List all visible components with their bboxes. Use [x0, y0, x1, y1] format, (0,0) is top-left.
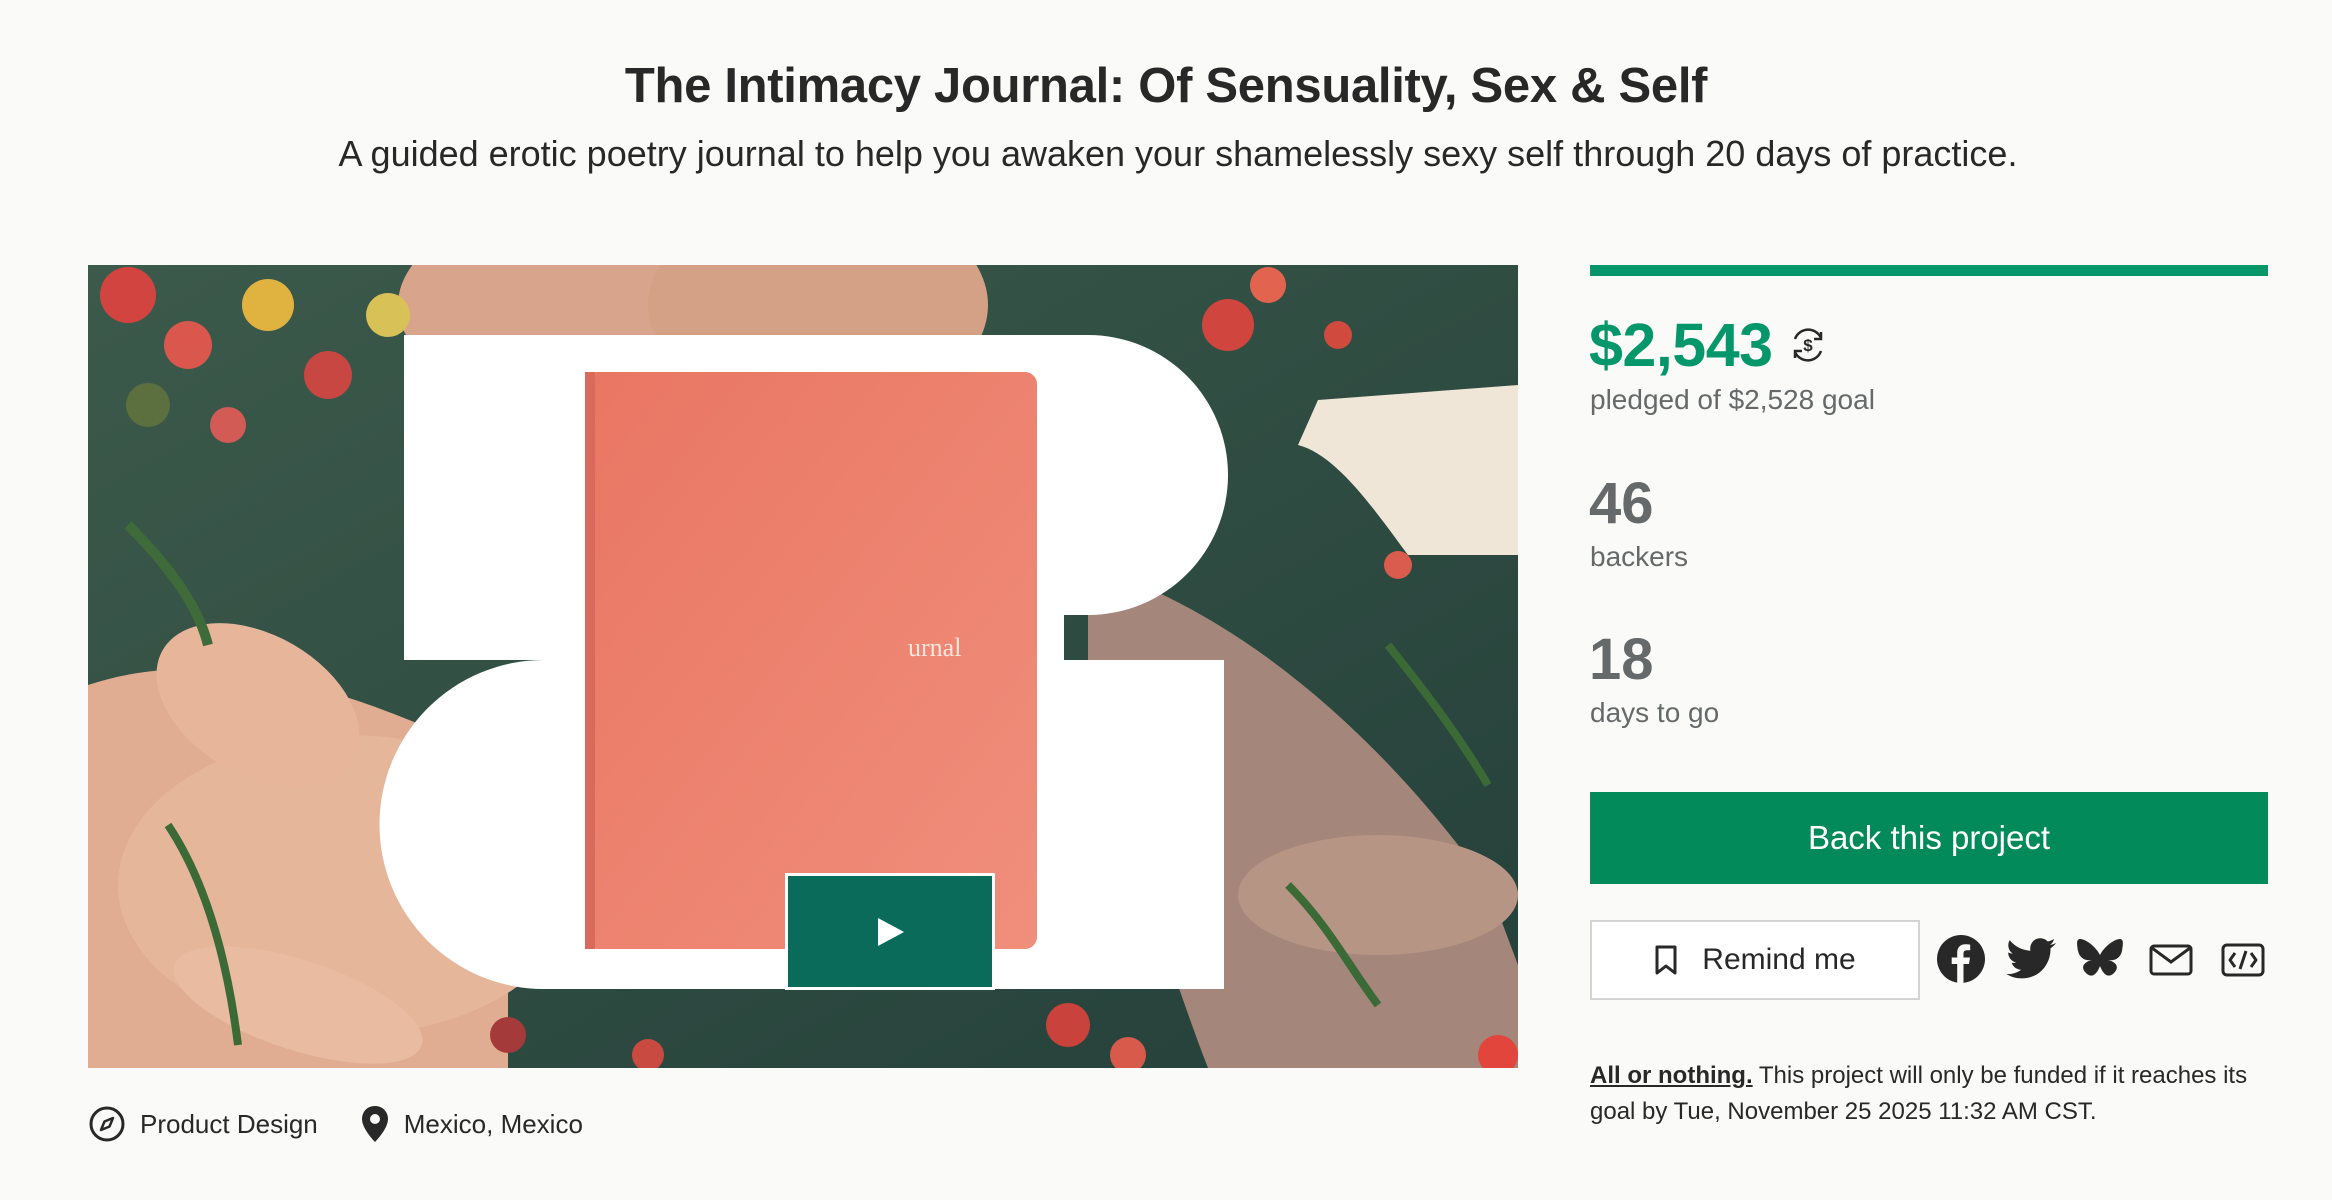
email-icon[interactable] [2148, 934, 2194, 984]
book-cover-text: urnal [908, 633, 961, 662]
pledged-amount: $2,543 [1589, 311, 1773, 379]
project-video[interactable]: urnal [88, 265, 1518, 1068]
twitter-icon[interactable] [2006, 934, 2058, 984]
funding-terms: All or nothing. This project will only b… [1590, 1058, 2280, 1130]
remind-me-button[interactable]: Remind me [1590, 920, 1920, 1000]
project-subtitle: A guided erotic poetry journal to help y… [338, 133, 2018, 174]
back-this-project-button[interactable]: Back this project [1590, 792, 2268, 884]
days-to-go-count: 18 [1589, 627, 1654, 692]
facebook-icon[interactable] [1936, 934, 1986, 984]
embed-icon[interactable] [2220, 934, 2266, 984]
bookmark-icon [1655, 945, 1677, 975]
funding-progress-fill [1590, 265, 2268, 276]
location-label: Mexico, Mexico [403, 1108, 583, 1139]
play-video-button[interactable] [785, 873, 995, 990]
compass-icon [89, 1106, 125, 1142]
category-label: Product Design [140, 1108, 318, 1139]
map-pin-icon [361, 1106, 388, 1142]
currency-conversion-icon[interactable]: $ [1787, 324, 1829, 366]
play-icon [878, 917, 904, 946]
backers-count: 46 [1589, 471, 1654, 536]
funding-progress-bar [1590, 265, 2268, 276]
backers-label: backers [1590, 541, 1689, 572]
days-to-go-label: days to go [1590, 697, 1720, 728]
category-link[interactable]: Product Design [88, 1105, 318, 1143]
all-or-nothing-link[interactable]: All or nothing. [1590, 1062, 1753, 1089]
location-link[interactable]: Mexico, Mexico [360, 1104, 583, 1144]
svg-text:$: $ [1803, 336, 1813, 355]
pledged-amount-row: $2,543 $ [1589, 310, 1829, 380]
project-meta: Product Design Mexico, Mexico [88, 1104, 583, 1144]
project-title: The Intimacy Journal: Of Sensuality, Sex… [624, 59, 1708, 113]
pledged-goal-label: pledged of $2,528 goal [1590, 384, 1875, 415]
bluesky-icon[interactable] [2076, 934, 2124, 984]
remind-me-label: Remind me [1702, 943, 1856, 976]
